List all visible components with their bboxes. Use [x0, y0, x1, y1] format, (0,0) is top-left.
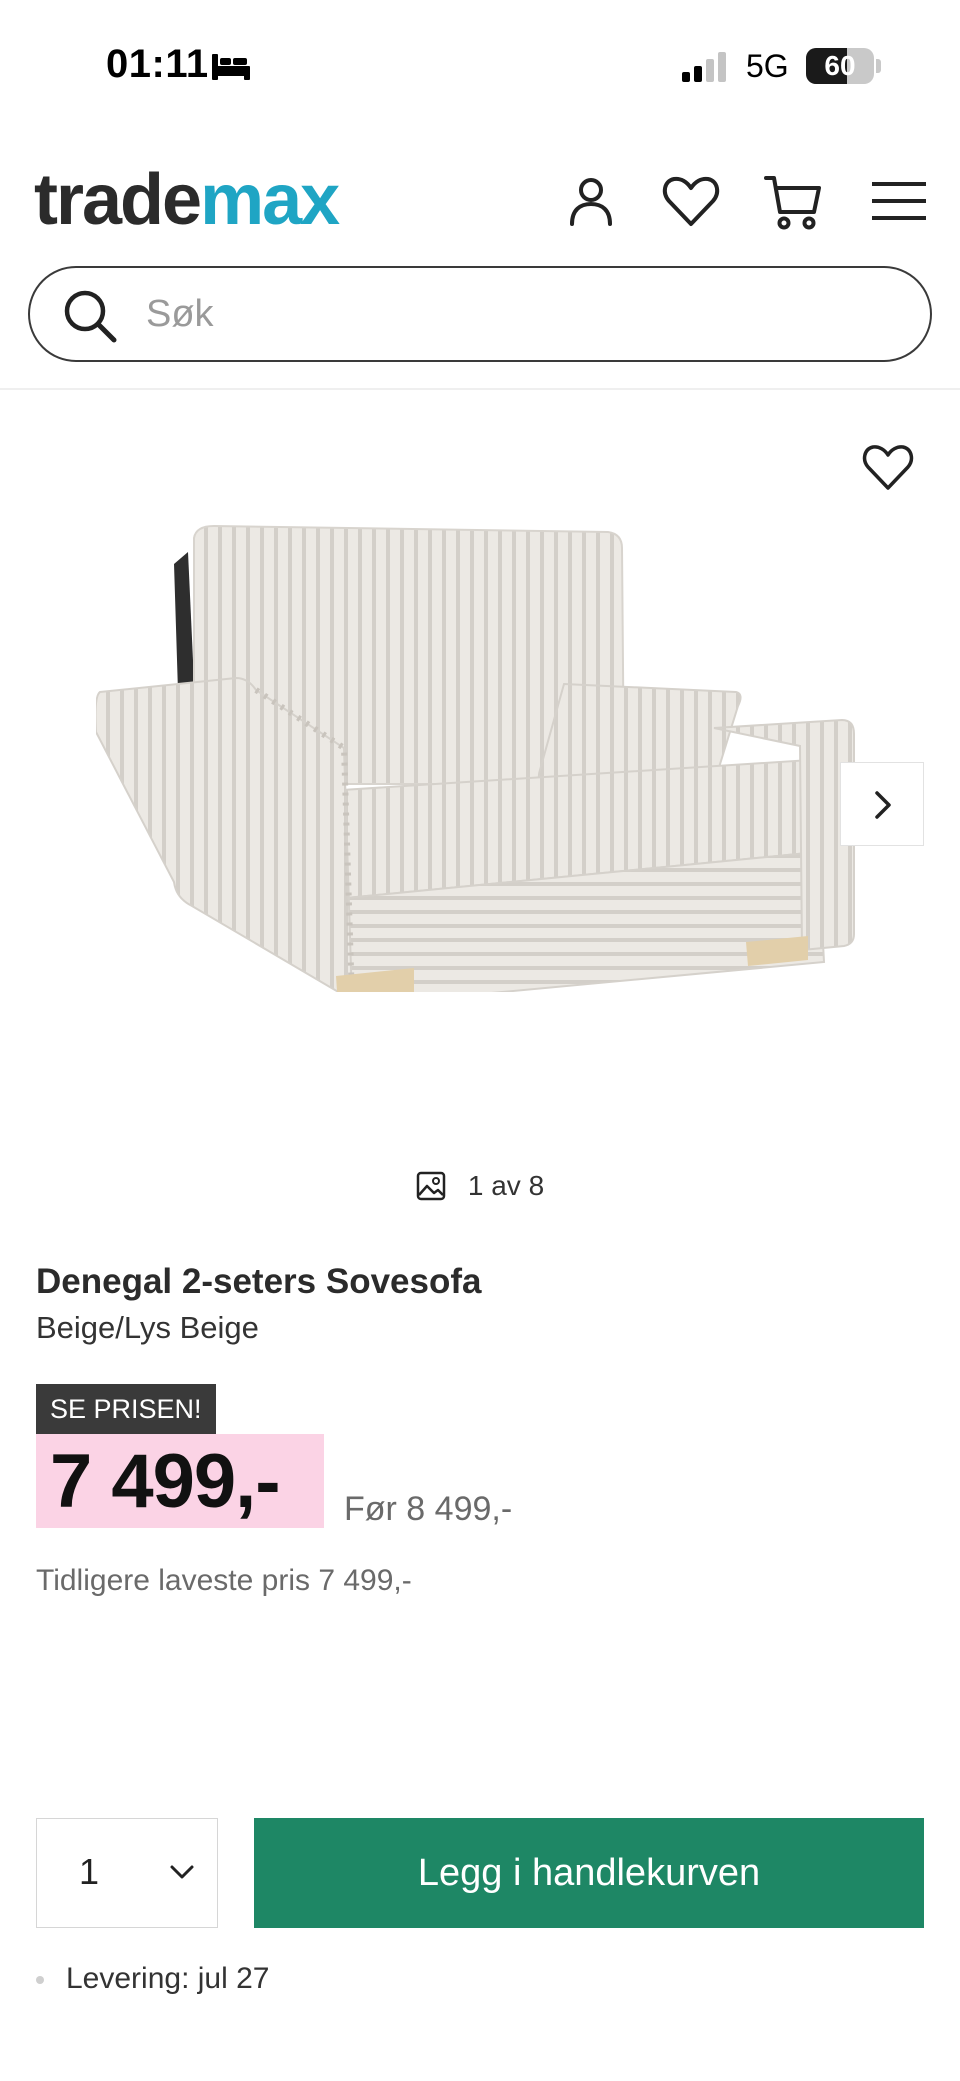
delivery-bullet	[36, 1976, 44, 1985]
search-icon[interactable]	[60, 286, 120, 346]
delivery-text: Levering: jul 27	[66, 1962, 270, 1995]
product-gallery[interactable]: 1 av 8	[0, 392, 960, 1222]
search-input[interactable]	[146, 282, 886, 346]
header-divider	[0, 388, 960, 390]
battery-label: 60	[824, 50, 856, 81]
battery-tip	[876, 59, 881, 73]
old-price: Før 8 499,-	[344, 1490, 513, 1528]
product-image-sofa	[96, 524, 855, 992]
search-bar[interactable]	[28, 266, 932, 362]
trademax-logo[interactable]: trademax	[34, 160, 340, 240]
chevron-down-icon	[170, 1865, 194, 1879]
menu-icon[interactable]	[868, 170, 930, 232]
logo-text-max: max	[200, 160, 340, 240]
lowest-price-note: Tidligere laveste pris 7 499,-	[36, 1564, 412, 1597]
quantity-value: 1	[79, 1851, 100, 1892]
status-time: 01:11	[106, 42, 209, 86]
status-bar: 01:11 5G 60	[0, 0, 960, 130]
gallery-counter-text: 1 av 8	[467, 1170, 545, 1201]
bed-icon	[212, 54, 250, 80]
add-to-cart-button[interactable]: Legg i handlekurven	[254, 1818, 924, 1928]
product-variant: Beige/Lys Beige	[36, 1310, 259, 1345]
add-to-wishlist-heart-icon[interactable]	[860, 440, 916, 492]
heart-icon[interactable]	[660, 170, 722, 232]
gallery-counter: 1 av 8	[0, 1170, 960, 1202]
cart-icon[interactable]	[762, 170, 824, 232]
image-icon	[416, 1171, 446, 1201]
quantity-select[interactable]: 1	[36, 1818, 218, 1928]
battery-indicator: 60	[806, 48, 874, 84]
chevron-right-icon	[875, 791, 891, 819]
signal-icon	[682, 52, 726, 82]
current-price: 7 499,-	[50, 1439, 281, 1524]
delivery-info: Levering: jul 27	[36, 1962, 269, 1996]
account-icon[interactable]	[560, 170, 622, 232]
product-title: Denegal 2-seters Sovesofa	[36, 1262, 482, 1301]
price-box: 7 499,-	[36, 1434, 324, 1528]
logo-text-trade: trade	[34, 160, 202, 240]
price-badge: SE PRISEN!	[36, 1384, 216, 1434]
gallery-next-button[interactable]	[840, 762, 924, 846]
network-label: 5G	[746, 48, 789, 84]
